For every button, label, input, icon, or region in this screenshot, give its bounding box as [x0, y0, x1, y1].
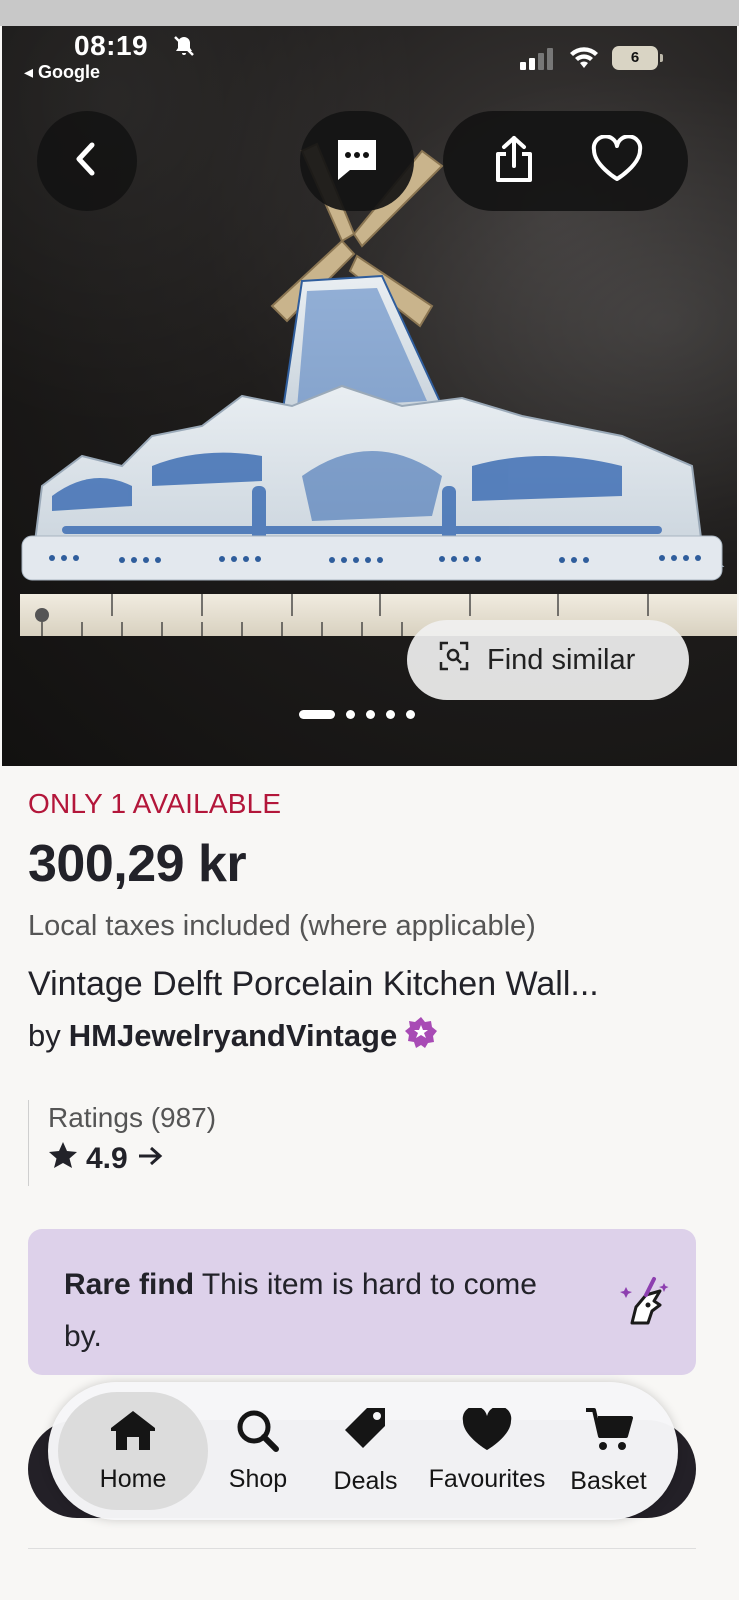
rare-find-banner: Rare find This item is hard to come by.: [28, 1229, 696, 1375]
nav-shop-label: Shop: [228, 1465, 288, 1493]
nav-deals-label: Deals: [333, 1467, 398, 1495]
rating-value: 4.9: [86, 1142, 128, 1175]
rating-score: 4.9: [48, 1140, 216, 1178]
rare-find-bold: Rare find: [64, 1268, 195, 1301]
seller-name: HMJewelryandVintage: [68, 1018, 398, 1053]
bottom-navigation: Home Shop Deals Favourites Basket: [48, 1382, 678, 1520]
share-icon: [489, 134, 539, 189]
wifi-icon: [568, 46, 600, 75]
message-seller-button[interactable]: [300, 111, 414, 211]
listing-info: ONLY 1 AVAILABLE 300,29 kr Local taxes i…: [28, 788, 708, 1056]
nav-basket-label: Basket: [570, 1467, 647, 1495]
carousel-dot: [366, 710, 375, 719]
star-icon: [48, 1140, 78, 1178]
rare-find-text: Rare find This item is hard to come by.: [64, 1259, 564, 1363]
carousel-dot: [406, 710, 415, 719]
star-seller-badge-icon: [405, 1016, 438, 1056]
availability-notice: ONLY 1 AVAILABLE: [28, 788, 282, 819]
share-button[interactable]: [474, 121, 554, 201]
search-icon: [234, 1408, 282, 1459]
bell-muted-icon: [172, 34, 196, 63]
heart-icon: [461, 1406, 513, 1459]
nav-home[interactable]: Home: [58, 1392, 208, 1510]
visual-search-icon: [439, 641, 469, 679]
find-similar-label: Find similar: [487, 643, 636, 676]
arrow-right-icon: [136, 1142, 164, 1176]
carousel-dot: [346, 710, 355, 719]
cart-icon: [584, 1406, 634, 1461]
nav-shop[interactable]: Shop: [208, 1392, 308, 1510]
screen: 08:19 ◂ Google 6 Find similar ONLY 1 AVA…: [0, 26, 739, 1600]
nav-basket[interactable]: Basket: [551, 1392, 666, 1510]
nav-deals[interactable]: Deals: [308, 1392, 423, 1510]
taxes-note: Local taxes included (where applicable): [28, 910, 536, 942]
status-time: 08:19: [74, 30, 149, 61]
signal-icon: [520, 48, 554, 75]
ratings-label: Ratings (987): [48, 1102, 217, 1133]
favourite-button[interactable]: [577, 121, 657, 201]
find-similar-button[interactable]: Find similar: [407, 620, 689, 700]
battery-indicator: 6: [612, 46, 663, 70]
back-to-app-link[interactable]: ◂ Google: [24, 62, 100, 83]
nav-favourites-label: Favourites: [428, 1465, 546, 1493]
heart-outline-icon: [590, 133, 644, 188]
back-app-label: Google: [38, 62, 101, 82]
home-icon: [108, 1408, 158, 1459]
share-favourite-group: [443, 111, 688, 211]
back-button[interactable]: [37, 111, 137, 211]
seller-link[interactable]: by HMJewelryandVintage: [28, 1016, 708, 1056]
status-bar: 08:19 ◂ Google 6: [2, 26, 737, 96]
tag-icon: [341, 1406, 391, 1461]
seller-prefix: by: [28, 1018, 61, 1053]
bottom-divider: [28, 1548, 696, 1549]
listing-title[interactable]: Vintage Delft Porcelain Kitchen Wall...: [28, 965, 708, 1004]
carousel-dot: [299, 710, 335, 719]
nav-favourites[interactable]: Favourites: [423, 1392, 551, 1510]
nav-home-label: Home: [99, 1465, 167, 1493]
product-image-carousel[interactable]: 08:19 ◂ Google 6 Find similar: [2, 26, 737, 766]
carousel-page-indicator[interactable]: [299, 710, 415, 719]
ratings-block[interactable]: Ratings (987) 4.9: [28, 1100, 216, 1186]
price: 300,29 kr: [28, 835, 247, 893]
carousel-dot: [386, 710, 395, 719]
chat-bubble-icon: [334, 136, 380, 187]
chevron-left-icon: [67, 139, 107, 184]
unicorn-icon: [618, 1275, 672, 1334]
